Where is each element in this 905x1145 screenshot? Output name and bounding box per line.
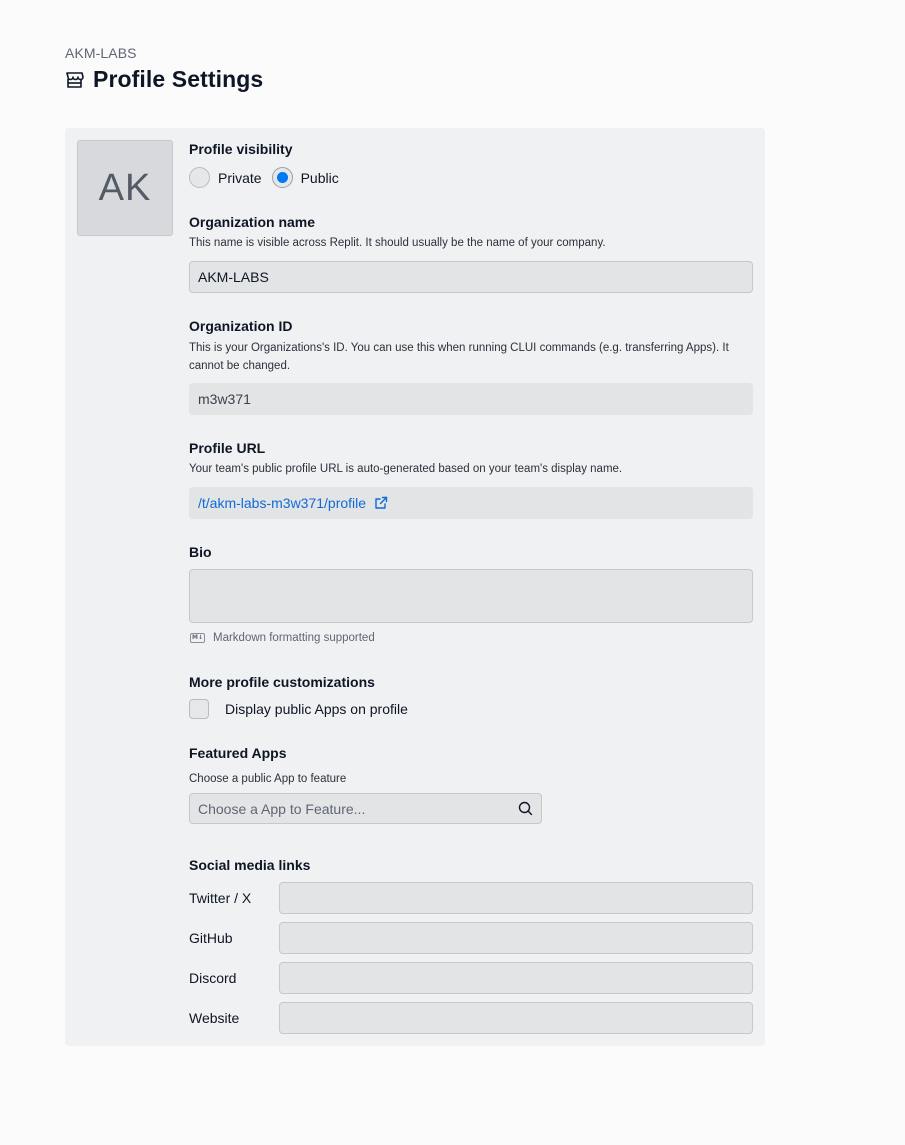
featured-label: Featured Apps: [189, 745, 287, 761]
page-title: Profile Settings: [93, 66, 264, 92]
social-github-input[interactable]: [279, 922, 753, 954]
markdown-note: M↓ Markdown formatting supported: [190, 632, 375, 644]
org-name-help: This name is visible across Replit. It s…: [189, 237, 606, 249]
radio-public[interactable]: Public: [271, 167, 339, 188]
customizations-label: More profile customizations: [189, 674, 375, 690]
display-apps-checkbox[interactable]: [189, 699, 209, 719]
display-apps-label: Display public Apps on profile: [225, 701, 408, 717]
visibility-label: Profile visibility: [189, 141, 293, 157]
external-link-icon: [374, 496, 388, 510]
org-id-help: This is your Organizations's ID. You can…: [189, 342, 729, 372]
radio-public-label: Public: [300, 169, 339, 186]
org-name-input[interactable]: AKM-LABS: [189, 261, 753, 293]
profile-panel: AK Profile visibility Private Public Org…: [65, 128, 765, 1046]
featured-app-placeholder: Choose a App to Feature...: [198, 800, 366, 817]
radio-public-circle[interactable]: [271, 167, 293, 188]
profile-url-text: /t/akm-labs-m3w371/profile: [198, 495, 367, 511]
radio-private[interactable]: Private: [189, 167, 262, 188]
social-twitter-input[interactable]: [279, 882, 753, 914]
avatar[interactable]: AK: [77, 140, 173, 236]
markdown-icon: M↓: [190, 633, 205, 643]
org-breadcrumb: AKM-LABS: [65, 45, 137, 61]
org-name-value: AKM-LABS: [198, 269, 269, 285]
org-id-label: Organization ID: [189, 318, 293, 334]
social-discord-label: Discord: [189, 970, 237, 986]
page-header: Profile Settings: [65, 66, 263, 93]
org-name-label: Organization name: [189, 214, 316, 230]
social-github-label: GitHub: [189, 930, 233, 946]
visibility-radio-group: Private Public: [189, 167, 339, 188]
search-icon: [518, 801, 533, 816]
featured-app-search[interactable]: Choose a App to Feature...: [189, 793, 542, 824]
org-id-value: m3w371: [198, 391, 251, 407]
social-twitter-label: Twitter / X: [189, 890, 252, 906]
featured-help: Choose a public App to feature: [189, 773, 347, 785]
profile-url-field: /t/akm-labs-m3w371/profile: [189, 487, 753, 519]
storefront-icon: [65, 70, 84, 89]
social-discord-input[interactable]: [279, 962, 753, 994]
markdown-note-text: Markdown formatting supported: [213, 632, 375, 644]
social-website-input[interactable]: [279, 1002, 753, 1034]
profile-url-link[interactable]: /t/akm-labs-m3w371/profile: [198, 495, 388, 511]
social-label: Social media links: [189, 857, 311, 873]
profile-url-help: Your team's public profile URL is auto-g…: [189, 463, 623, 475]
profile-url-label: Profile URL: [189, 440, 266, 456]
display-apps-option[interactable]: Display public Apps on profile: [189, 699, 408, 719]
radio-private-label: Private: [218, 169, 262, 186]
social-website-label: Website: [189, 1010, 240, 1026]
radio-private-circle[interactable]: [189, 167, 210, 188]
bio-label: Bio: [189, 544, 212, 560]
org-id-field: m3w371: [189, 383, 753, 415]
bio-textarea[interactable]: [189, 569, 753, 623]
